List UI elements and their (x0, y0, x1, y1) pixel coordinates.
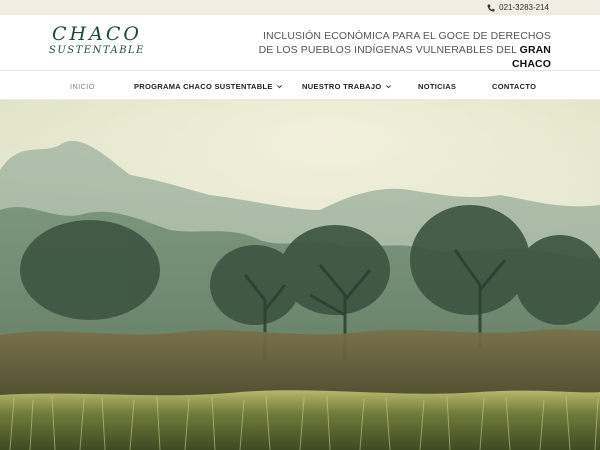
site-logo[interactable]: CHACO SUSTENTABLE (47, 24, 147, 60)
site-header: CHACO SUSTENTABLE INCLUSIÓN ECONÓMICA PA… (0, 15, 600, 70)
nav-label: INICIO (70, 81, 95, 91)
phone-number: 021-3283-214 (499, 3, 549, 12)
forest-landscape-image (0, 100, 600, 450)
nav-label: CONTACTO (492, 81, 537, 91)
nav-label: NOTICIAS (418, 81, 457, 91)
nav-item-contacto[interactable]: CONTACTO (492, 80, 536, 92)
top-bar: 021-3283-214 (0, 0, 600, 15)
chevron-down-icon (385, 84, 391, 88)
nav-item-noticias[interactable]: NOTICIAS (418, 80, 456, 92)
logo-line1: CHACO (52, 23, 142, 45)
nav-item-inicio[interactable]: INICIO (70, 80, 95, 92)
nav-label: NUESTRO TRABAJO (302, 81, 382, 91)
site-tagline: INCLUSIÓN ECONÓMICA PARA EL GOCE DE DERE… (251, 29, 551, 71)
logo-line2: SUSTENTABLE (49, 45, 145, 56)
nav-item-nuestro-trabajo[interactable]: NUESTRO TRABAJO (302, 80, 392, 92)
hero-image (0, 100, 600, 450)
phone-contact[interactable]: 021-3283-214 (487, 2, 549, 13)
phone-icon (487, 4, 495, 11)
nav-label: PROGRAMA CHACO SUSTENTABLE (134, 81, 273, 91)
chevron-down-icon (276, 84, 282, 88)
nav-item-programa[interactable]: PROGRAMA CHACO SUSTENTABLE (134, 80, 283, 92)
main-nav: INICIO PROGRAMA CHACO SUSTENTABLE NUESTR… (0, 70, 600, 100)
tagline-text: INCLUSIÓN ECONÓMICA PARA EL GOCE DE DERE… (258, 30, 551, 56)
